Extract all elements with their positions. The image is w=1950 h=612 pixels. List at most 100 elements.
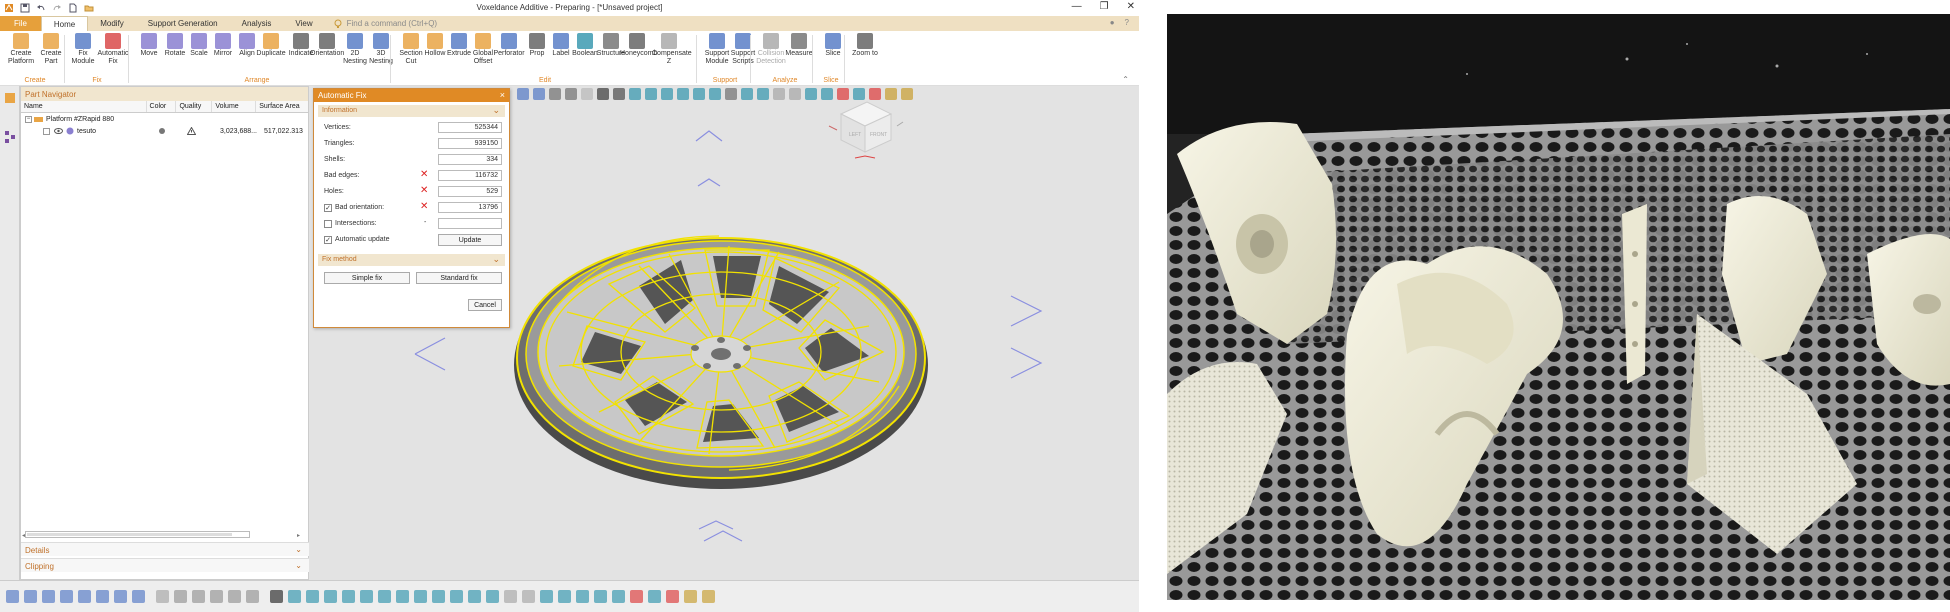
bottom-tool-icon[interactable] xyxy=(306,590,319,603)
view-cube[interactable]: LEFT FRONT xyxy=(828,101,904,159)
simple-fix-button[interactable]: Simple fix xyxy=(324,272,410,284)
bottom-tool-icon[interactable] xyxy=(210,590,223,603)
bottom-tool-icon[interactable] xyxy=(468,590,481,603)
tree-row-part[interactable]: tesuto 3,023,688... 517,022.313 xyxy=(21,125,308,137)
command-search[interactable]: Find a command (Ctrl+Q) xyxy=(333,16,437,31)
scroll-left-icon[interactable]: ◂ xyxy=(22,532,25,539)
color-swatch-icon[interactable] xyxy=(158,127,166,135)
automatic-fix-button[interactable]: Automatic Fix xyxy=(96,33,130,66)
menu-home[interactable]: Home xyxy=(40,16,89,31)
duplicate-button[interactable]: Duplicate xyxy=(254,33,288,58)
maximize-button[interactable]: ❐ xyxy=(1100,1,1109,12)
bottom-tool-icon[interactable] xyxy=(576,590,589,603)
ribbon-group-label: Slice xyxy=(823,77,839,84)
nesting-3d-button[interactable]: 3D Nesting xyxy=(364,33,398,66)
close-window-button[interactable]: ✕ xyxy=(1127,1,1135,12)
bottom-tool-icon[interactable] xyxy=(684,590,697,603)
fix-field-row: Holes: ✕ 529 xyxy=(314,184,509,200)
bottom-tool-icon[interactable] xyxy=(96,590,109,603)
create-part-icon xyxy=(43,33,59,49)
bottom-tool-icon[interactable] xyxy=(486,590,499,603)
column-volume[interactable]: Volume xyxy=(212,101,257,112)
create-part-button[interactable]: Create Part xyxy=(34,33,68,66)
menu-file[interactable]: File xyxy=(0,16,41,31)
ribbon-separator xyxy=(128,35,129,83)
bottom-tool-icon[interactable] xyxy=(342,590,355,603)
bottom-tool-icon[interactable] xyxy=(540,590,553,603)
bottom-tool-icon[interactable] xyxy=(414,590,427,603)
bottom-tool-icon[interactable] xyxy=(270,590,283,603)
bottom-tool-icon[interactable] xyxy=(324,590,337,603)
bottom-tool-icon[interactable] xyxy=(6,590,19,603)
bottom-tool-icon[interactable] xyxy=(174,590,187,603)
horizontal-scrollbar[interactable] xyxy=(25,531,250,538)
menu-support-generation[interactable]: Support Generation xyxy=(136,16,230,31)
fix-method-section-header[interactable]: Fix method ⌄ xyxy=(318,254,505,266)
bottom-tool-icon[interactable] xyxy=(156,590,169,603)
fix-module-button[interactable]: Fix Module xyxy=(66,33,100,66)
label-icon xyxy=(553,33,569,49)
menu-view[interactable]: View xyxy=(283,16,324,31)
minimize-button[interactable]: — xyxy=(1072,1,1082,12)
bottom-tool-icon[interactable] xyxy=(450,590,463,603)
measure-button[interactable]: Measure xyxy=(782,33,816,58)
update-button[interactable]: Update xyxy=(438,234,502,246)
help-icon[interactable]: ? xyxy=(1125,18,1129,27)
ribbon-button-label: Create Part xyxy=(40,50,62,65)
bottom-tool-icon[interactable] xyxy=(78,590,91,603)
bottom-tool-icon[interactable] xyxy=(24,590,37,603)
details-section[interactable]: Details ⌄ xyxy=(21,542,310,556)
cancel-button[interactable]: Cancel xyxy=(468,299,502,311)
menu-analysis[interactable]: Analysis xyxy=(230,16,284,31)
bottom-tool-icon[interactable] xyxy=(612,590,625,603)
information-section-header[interactable]: Information ⌄ xyxy=(318,105,505,117)
collapse-toggle-icon[interactable]: − xyxy=(25,115,32,123)
field-checkbox[interactable] xyxy=(324,220,332,228)
standard-fix-button[interactable]: Standard fix xyxy=(416,272,502,284)
bottom-tool-icon[interactable] xyxy=(246,590,259,603)
bottom-tool-icon[interactable] xyxy=(360,590,373,603)
honeycomb-button[interactable]: Honeycomb xyxy=(620,33,657,58)
clipping-section[interactable]: Clipping ⌄ xyxy=(21,558,310,572)
bottom-tool-icon[interactable] xyxy=(192,590,205,603)
column-name[interactable]: Name xyxy=(21,101,147,112)
chevron-down-icon: ⌄ xyxy=(295,545,302,554)
menu-modify[interactable]: Modify xyxy=(88,16,136,31)
user-icon[interactable]: ● xyxy=(1110,18,1115,27)
bottom-tool-icon[interactable] xyxy=(594,590,607,603)
automatic-update-checkbox[interactable]: ✓ xyxy=(324,236,332,244)
bottom-tool-icon[interactable] xyxy=(522,590,535,603)
compensate-z-button[interactable]: Compensate Z xyxy=(652,33,692,66)
bottom-tool-icon[interactable] xyxy=(648,590,661,603)
bottom-tool-icon[interactable] xyxy=(432,590,445,603)
wheel-model[interactable] xyxy=(514,235,928,489)
tree-row-platform[interactable]: − Platform #ZRapid 880 xyxy=(21,113,308,125)
bottom-tool-icon[interactable] xyxy=(114,590,127,603)
bottom-tool-icon[interactable] xyxy=(504,590,517,603)
bottom-tool-icon[interactable] xyxy=(378,590,391,603)
field-checkbox[interactable]: ✓ xyxy=(324,204,332,212)
bottom-tool-icon[interactable] xyxy=(702,590,715,603)
bottom-tool-icon[interactable] xyxy=(42,590,55,603)
dialog-close-icon[interactable]: × xyxy=(500,90,505,100)
part-checkbox[interactable] xyxy=(43,127,50,135)
column-quality[interactable]: Quality xyxy=(176,101,213,112)
column-color[interactable]: Color xyxy=(147,101,177,112)
part-navigator-tab-icon[interactable] xyxy=(4,92,16,104)
bottom-tool-icon[interactable] xyxy=(228,590,241,603)
collapse-ribbon-icon[interactable]: ⌃ xyxy=(1122,75,1129,84)
bottom-tool-icon[interactable] xyxy=(666,590,679,603)
bottom-tool-icon[interactable] xyxy=(60,590,73,603)
column-surface-area[interactable]: Surface Area xyxy=(256,101,308,112)
bottom-tool-icon[interactable] xyxy=(396,590,409,603)
scroll-right-icon[interactable]: ▸ xyxy=(297,532,300,539)
zoom-to-button[interactable]: Zoom to xyxy=(848,33,882,58)
bottom-tool-icon[interactable] xyxy=(630,590,643,603)
bottom-tool-icon[interactable] xyxy=(558,590,571,603)
visibility-eye-icon[interactable] xyxy=(54,127,63,135)
create-platform-button[interactable]: Create Platform xyxy=(4,33,38,66)
tree-view-tab-icon[interactable] xyxy=(4,130,16,144)
bottom-tool-icon[interactable] xyxy=(132,590,145,603)
bottom-tool-icon[interactable] xyxy=(288,590,301,603)
ribbon-separator xyxy=(844,35,845,83)
